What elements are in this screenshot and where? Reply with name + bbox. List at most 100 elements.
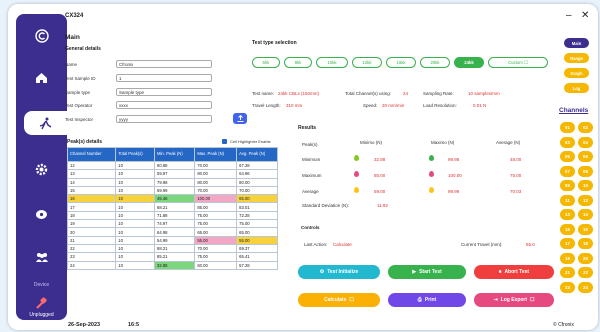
sample-id-input[interactable]: 1	[116, 74, 212, 82]
sample-id-label: Test Sample ID	[65, 76, 96, 81]
peaks-column-header[interactable]: Max. Peak (N)	[194, 147, 238, 162]
table-row[interactable]: 20 10 64.98 65.00 65.00	[66, 227, 278, 237]
channel-button[interactable]: 03	[560, 136, 575, 148]
table-cell: 10	[115, 243, 156, 254]
tab-log[interactable]: Log	[564, 83, 589, 93]
max-min-value: 85.00	[374, 173, 386, 178]
table-cell: 13	[66, 169, 117, 179]
operator-input[interactable]: xxxx	[116, 101, 212, 109]
table-cell: 72.28	[236, 210, 278, 221]
test-type-option[interactable]: 5hk	[252, 57, 280, 68]
channel-button[interactable]: 16	[578, 223, 593, 235]
start-test-button[interactable]: ▶ Start Test	[388, 265, 466, 279]
table-row[interactable]: 21 10 54.99 55.00 55.00	[66, 235, 278, 245]
channel-button[interactable]: 11	[560, 194, 575, 206]
print-label: Print	[424, 297, 437, 303]
test-type-option[interactable]: 16kk	[386, 57, 416, 68]
channel-button[interactable]: 12	[578, 194, 593, 206]
test-type-option[interactable]: Custom ☐	[488, 57, 548, 68]
drop-icon	[354, 155, 359, 161]
channel-button[interactable]: 13	[560, 209, 575, 220]
channel-button[interactable]: 22	[578, 267, 593, 278]
home-icon[interactable]	[16, 67, 67, 89]
inspector-input[interactable]: yyyy	[116, 115, 212, 123]
table-row[interactable]: 12 10 60.88 70.00 67.28	[66, 160, 278, 171]
channel-button[interactable]: 14	[578, 209, 593, 220]
channel-button[interactable]: 08	[578, 165, 593, 177]
channel-button[interactable]: 10	[578, 180, 593, 191]
table-row[interactable]: 17 10 68.21 85.00 83.01	[66, 202, 278, 212]
calculate-label: Calculate	[324, 297, 347, 303]
users-icon[interactable]	[16, 247, 67, 267]
channel-button[interactable]: 01	[560, 122, 575, 133]
table-cell: 55.00	[236, 235, 278, 245]
table-row[interactable]: 13 10 59.97 80.00 64.96	[66, 169, 278, 179]
table-cell: 80.00	[194, 169, 238, 179]
channel-button[interactable]: 20	[578, 252, 593, 264]
device-status[interactable]: Unplugged	[16, 294, 67, 320]
tab-graph[interactable]: Graph	[564, 68, 589, 78]
channel-button[interactable]: 24	[578, 281, 593, 293]
print-button[interactable]: ⎙ Print	[388, 293, 466, 307]
table-row[interactable]: 23 10 85.21 75.00 65.41	[66, 252, 278, 262]
sample-type-input[interactable]: Sample type	[116, 88, 212, 96]
minimize-button[interactable]: –	[566, 10, 572, 21]
table-cell: 21	[66, 235, 117, 245]
channel-button[interactable]: 04	[578, 136, 593, 148]
gear-icon: ⚙	[319, 269, 325, 275]
table-row[interactable]: 18 10 71.88 75.00 72.28	[66, 210, 278, 221]
table-row[interactable]: 16 10 45.46 100.00 65.00	[66, 194, 278, 204]
channel-button[interactable]: 18	[578, 238, 593, 249]
table-row[interactable]: 22 10 88.21 70.00 69.37	[66, 243, 278, 254]
tab-range[interactable]: Range	[564, 53, 589, 63]
peaks-table: Channel Number Total Peak(s) Min. Peak (N)…	[66, 147, 278, 270]
test-type-option[interactable]: 20kk	[420, 57, 450, 68]
peaks-column-header[interactable]: Channel Number	[66, 147, 117, 162]
travel-length-label: Travel Length:	[252, 103, 281, 108]
peaks-column-header[interactable]: Min. Peak (N)	[154, 147, 196, 162]
calculate-button[interactable]: Calculate ☐	[298, 293, 380, 307]
table-row[interactable]: 15 10 69.99 70.00 70.00	[66, 185, 278, 196]
test-type-option[interactable]: 24kk	[454, 57, 484, 68]
channel-button[interactable]: 05	[560, 151, 575, 162]
channel-button[interactable]: 06	[578, 151, 593, 162]
table-cell: 10	[115, 194, 156, 204]
channel-button[interactable]: 19	[560, 252, 575, 264]
channel-button[interactable]: 07	[560, 165, 575, 177]
test-type-option[interactable]: 8kk	[284, 57, 312, 68]
channel-button[interactable]: 02	[578, 122, 593, 133]
peaks-column-header[interactable]: Avg. Peak (N)	[236, 147, 278, 162]
test-type-option[interactable]: 12kk	[352, 57, 382, 68]
test-type-option[interactable]: 10kk	[316, 57, 348, 68]
table-cell: 22	[66, 243, 117, 254]
peaks-column-header[interactable]: Total Peak(s)	[115, 147, 156, 162]
abort-test-button[interactable]: ⏹ Abort Test	[474, 265, 554, 279]
table-row[interactable]: 19 10 74.97 75.00 75.00	[66, 219, 278, 229]
test-type-title: Test type selection	[252, 40, 297, 46]
footer-time: 16:5	[128, 322, 140, 328]
name-input[interactable]: Cfronix	[116, 60, 212, 68]
operator-label: Test Operator	[65, 103, 93, 108]
avg-avg-value: 70.03	[510, 189, 522, 194]
close-button[interactable]: ✕	[581, 10, 589, 21]
drop-icon	[429, 187, 434, 193]
channel-button[interactable]: 15	[560, 223, 575, 235]
channel-button[interactable]: 17	[560, 238, 575, 249]
table-cell: 74.97	[154, 219, 196, 229]
test-initialize-button[interactable]: ⚙ Test Initialize	[298, 265, 380, 279]
channel-button[interactable]: 21	[560, 267, 575, 278]
help-icon[interactable]	[16, 204, 67, 226]
test-run-icon[interactable]	[24, 111, 67, 135]
upload-button[interactable]	[233, 113, 247, 124]
channel-button[interactable]: 23	[560, 281, 575, 293]
name-label: Name	[65, 62, 78, 67]
table-row[interactable]: 24 10 32.88 60.00 57.28	[66, 260, 278, 270]
log-export-button[interactable]: ⇥ Log Export ☐	[474, 293, 554, 307]
highlighter-checkbox[interactable]	[222, 139, 227, 144]
settings-icon[interactable]	[16, 158, 67, 180]
table-row[interactable]: 14 10 79.98 80.00 80.00	[66, 177, 278, 187]
tab-main[interactable]: Main	[564, 38, 589, 48]
channel-button[interactable]: 09	[560, 180, 575, 191]
abort-test-label: Abort Test	[504, 269, 530, 275]
results-col-avg: Average (N)	[496, 140, 521, 145]
